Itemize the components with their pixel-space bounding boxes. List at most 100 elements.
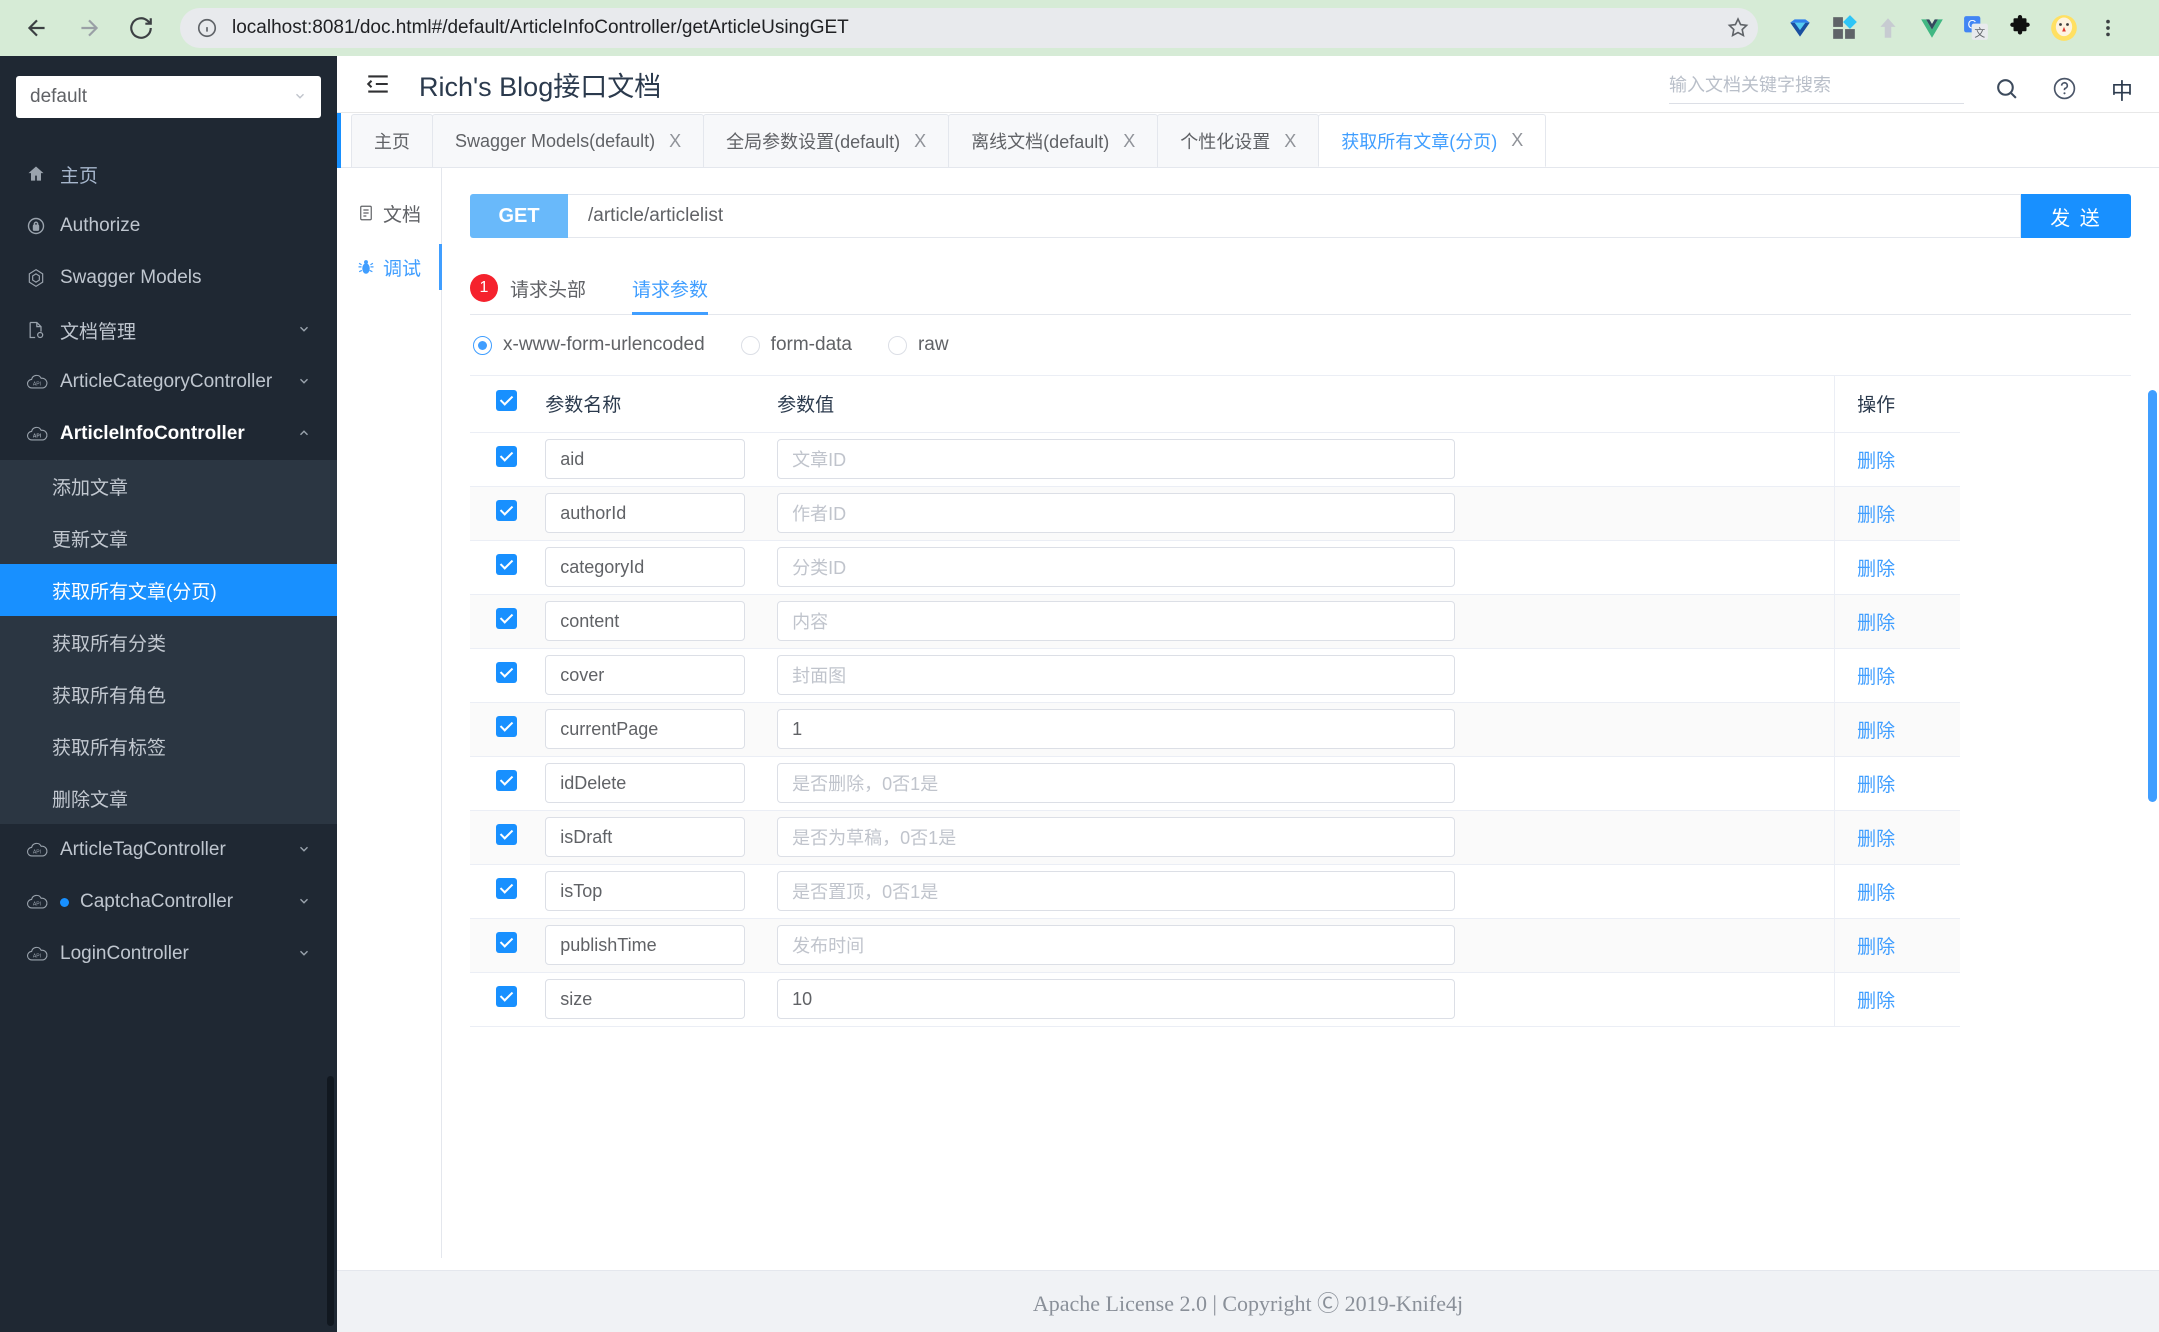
delete-param-button[interactable]: 删除: [1834, 540, 1960, 595]
bookmark-star-icon[interactable]: [1718, 8, 1758, 48]
radio-raw[interactable]: raw: [887, 334, 949, 356]
sidebar-scrollbar[interactable]: [327, 1076, 334, 1326]
delete-param-button[interactable]: 删除: [1834, 486, 1960, 541]
delete-param-button[interactable]: 删除: [1834, 702, 1960, 757]
help-circle-icon[interactable]: [2052, 76, 2077, 106]
param-value-input[interactable]: 文章ID: [777, 439, 1456, 479]
sidebar-subitem-add-article[interactable]: 添加文章: [0, 460, 337, 512]
close-icon[interactable]: X: [1284, 131, 1296, 152]
tab-get-all-articles[interactable]: 获取所有文章(分页) X: [1318, 114, 1547, 167]
forward-arrow-icon[interactable]: [66, 5, 112, 51]
side-tab-debug[interactable]: 调试: [337, 240, 442, 294]
tab-offline-doc[interactable]: 离线文档(default) X: [948, 114, 1159, 167]
google-translate-extension-icon[interactable]: G文: [1957, 9, 1995, 47]
delete-param-button[interactable]: 删除: [1834, 432, 1960, 487]
sidebar-subitem-get-all-categories[interactable]: 获取所有分类: [0, 616, 337, 668]
reload-icon[interactable]: [118, 5, 164, 51]
sidebar-subitem-delete-article[interactable]: 删除文章: [0, 772, 337, 824]
sidebar-item-articlecategorycontroller[interactable]: API ArticleCategoryController: [0, 356, 337, 408]
radio-form-data[interactable]: form-data: [740, 334, 852, 356]
row-checkbox[interactable]: [496, 662, 517, 683]
row-checkbox[interactable]: [496, 878, 517, 899]
request-path-input[interactable]: /article/articlelist: [568, 194, 2021, 238]
service-select[interactable]: default: [16, 76, 321, 118]
delete-param-button[interactable]: 删除: [1834, 864, 1960, 919]
param-name-input[interactable]: content: [545, 601, 746, 641]
param-value-input[interactable]: 作者ID: [777, 493, 1456, 533]
search-input[interactable]: [1669, 70, 1964, 100]
param-value-input[interactable]: 内容: [777, 601, 1456, 641]
puzzle-extensions-icon[interactable]: [2001, 9, 2039, 47]
param-value-input[interactable]: 发布时间: [777, 925, 1456, 965]
chrome-menu-icon[interactable]: [2089, 9, 2127, 47]
row-checkbox[interactable]: [496, 770, 517, 791]
param-value-input[interactable]: 是否删除，0否1是: [777, 763, 1456, 803]
param-value-input[interactable]: 1: [777, 709, 1456, 749]
delete-param-button[interactable]: 删除: [1834, 594, 1960, 649]
param-name-input[interactable]: publishTime: [545, 925, 746, 965]
request-tab-headers[interactable]: 1 请求头部: [470, 262, 586, 314]
delete-param-button[interactable]: 删除: [1834, 648, 1960, 703]
sidebar-item-home[interactable]: 主页: [0, 148, 337, 200]
row-checkbox[interactable]: [496, 554, 517, 575]
sidebar-item-authorize[interactable]: Authorize: [0, 200, 337, 252]
delete-param-button[interactable]: 删除: [1834, 756, 1960, 811]
close-icon[interactable]: X: [1511, 130, 1523, 151]
sidebar-subitem-get-all-articles[interactable]: 获取所有文章(分页): [0, 564, 337, 616]
sidebar-item-captchacontroller[interactable]: API CaptchaController: [0, 876, 337, 928]
sidebar-item-logincontroller[interactable]: API LoginController: [0, 928, 337, 980]
param-name-input[interactable]: aid: [545, 439, 746, 479]
language-toggle[interactable]: 中: [2111, 74, 2133, 106]
content-scrollbar[interactable]: [2148, 390, 2157, 802]
close-icon[interactable]: X: [1123, 131, 1135, 152]
collapse-menu-icon[interactable]: [365, 71, 391, 97]
sidebar-item-articletagcontroller[interactable]: API ArticleTagController: [0, 824, 337, 876]
row-checkbox[interactable]: [496, 608, 517, 629]
param-name-input[interactable]: categoryId: [545, 547, 746, 587]
back-arrow-icon[interactable]: [14, 5, 60, 51]
sidebar-item-swagger-models[interactable]: Swagger Models: [0, 252, 337, 304]
row-checkbox[interactable]: [496, 824, 517, 845]
row-checkbox[interactable]: [496, 716, 517, 737]
close-icon[interactable]: X: [669, 131, 681, 152]
delete-param-button[interactable]: 删除: [1834, 918, 1960, 973]
delete-param-button[interactable]: 删除: [1834, 810, 1960, 865]
upload-arrow-extension-icon[interactable]: [1869, 9, 1907, 47]
close-icon[interactable]: X: [914, 131, 926, 152]
search-icon[interactable]: [1994, 76, 2019, 106]
tab-home[interactable]: 主页: [351, 114, 433, 167]
apps-grid-extension-icon[interactable]: [1825, 9, 1863, 47]
send-button[interactable]: 发 送: [2021, 194, 2131, 238]
row-checkbox[interactable]: [496, 986, 517, 1007]
select-all-checkbox[interactable]: [496, 390, 517, 412]
diamond-extension-icon[interactable]: [1781, 9, 1819, 47]
row-checkbox[interactable]: [496, 500, 517, 521]
sidebar-subitem-get-all-roles[interactable]: 获取所有角色: [0, 668, 337, 720]
param-value-input[interactable]: 是否置顶，0否1是: [777, 871, 1456, 911]
sidebar-item-articleinfocontroller[interactable]: API ArticleInfoController: [0, 408, 337, 460]
user-avatar-icon[interactable]: [2045, 9, 2083, 47]
radio-x-www-form-urlencoded[interactable]: x-www-form-urlencoded: [473, 334, 705, 356]
tab-global-params[interactable]: 全局参数设置(default) X: [703, 114, 950, 167]
param-value-input[interactable]: 10: [777, 979, 1456, 1019]
param-name-input[interactable]: authorId: [545, 493, 746, 533]
tab-swagger-models[interactable]: Swagger Models(default) X: [432, 114, 705, 167]
param-name-input[interactable]: idDelete: [545, 763, 746, 803]
param-name-input[interactable]: isDraft: [545, 817, 746, 857]
doc-search[interactable]: [1669, 70, 1964, 104]
param-name-input[interactable]: currentPage: [545, 709, 746, 749]
side-tab-document[interactable]: 文档: [337, 186, 441, 240]
sidebar-subitem-update-article[interactable]: 更新文章: [0, 512, 337, 564]
request-tab-params[interactable]: 请求参数: [632, 262, 709, 315]
param-name-input[interactable]: cover: [545, 655, 746, 695]
param-value-input[interactable]: 是否为草稿，0否1是: [777, 817, 1456, 857]
param-name-input[interactable]: isTop: [545, 871, 746, 911]
sidebar-subitem-get-all-tags[interactable]: 获取所有标签: [0, 720, 337, 772]
vue-devtools-extension-icon[interactable]: [1913, 9, 1951, 47]
param-value-input[interactable]: 封面图: [777, 655, 1456, 695]
tab-personalization[interactable]: 个性化设置 X: [1157, 114, 1320, 167]
param-value-input[interactable]: 分类ID: [777, 547, 1456, 587]
sidebar-item-doc-management[interactable]: 文档管理: [0, 304, 337, 356]
delete-param-button[interactable]: 删除: [1834, 972, 1960, 1027]
address-bar[interactable]: localhost:8081/doc.html#/default/Article…: [180, 8, 1758, 48]
